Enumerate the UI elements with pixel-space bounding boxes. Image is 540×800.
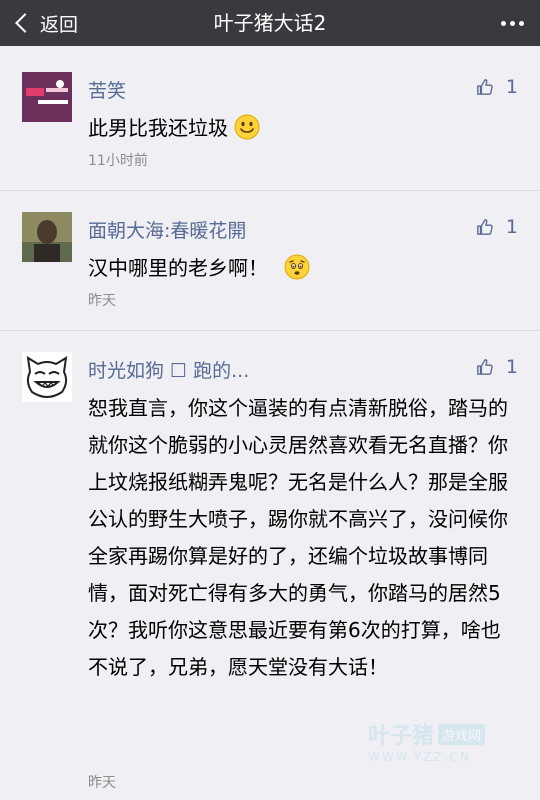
avatar[interactable] <box>22 212 72 262</box>
thumbs-up-icon <box>477 219 493 235</box>
watermark-brand: 叶子猪 <box>368 724 435 749</box>
like-button[interactable]: 1 <box>476 356 518 378</box>
comment-text: 此男比我还垃圾 <box>88 110 520 147</box>
more-dot-icon <box>501 20 506 26</box>
smile-emoji-icon <box>234 114 260 140</box>
like-count: 1 <box>505 76 518 98</box>
avatar[interactable] <box>22 72 72 122</box>
more-dot-icon <box>510 20 515 26</box>
shy-emoji-icon <box>284 254 310 280</box>
like-button[interactable]: 1 <box>476 216 518 238</box>
comment-time: 昨天 <box>88 293 116 309</box>
page-title: 叶子猪大话2 <box>213 11 327 35</box>
comment-list: 苦笑 1 此男比我还垃圾 11小时前 面朝大海:春暖花開 1 汉中哪里的老乡啊！… <box>0 46 540 800</box>
like-count: 1 <box>505 216 518 238</box>
divider <box>0 330 540 331</box>
more-menu-button[interactable] <box>501 0 524 46</box>
navigation-bar: 返回 叶子猪大话2 <box>0 0 540 46</box>
commenter-name[interactable]: 苦笑 <box>88 76 126 103</box>
watermark-url: WWW.YZZ.CN <box>368 750 471 764</box>
divider <box>0 190 540 191</box>
like-count: 1 <box>505 356 518 378</box>
avatar[interactable] <box>22 352 72 402</box>
watermark: 叶子猪 游戏网 WWW.YZZ.CN <box>368 718 528 770</box>
watermark-tag: 游戏网 <box>438 723 486 745</box>
commenter-name[interactable]: 面朝大海:春暖花開 <box>88 216 246 243</box>
comment-text: 恕我直言，你这个逼装的有点清新脱俗，踏马的就你这个脆弱的小心灵居然喜欢看无名直播… <box>88 396 508 679</box>
comment-time: 11小时前 <box>88 153 148 169</box>
like-button[interactable]: 1 <box>476 76 518 98</box>
thumbs-up-icon <box>477 359 493 375</box>
commenter-name[interactable]: 时光如狗 ☐ 跑的... <box>88 356 249 383</box>
more-dot-icon <box>519 20 524 26</box>
comment-text: 汉中哪里的老乡啊！ <box>88 250 520 287</box>
thumbs-up-icon <box>477 79 493 95</box>
comment-time: 昨天 <box>88 775 116 791</box>
